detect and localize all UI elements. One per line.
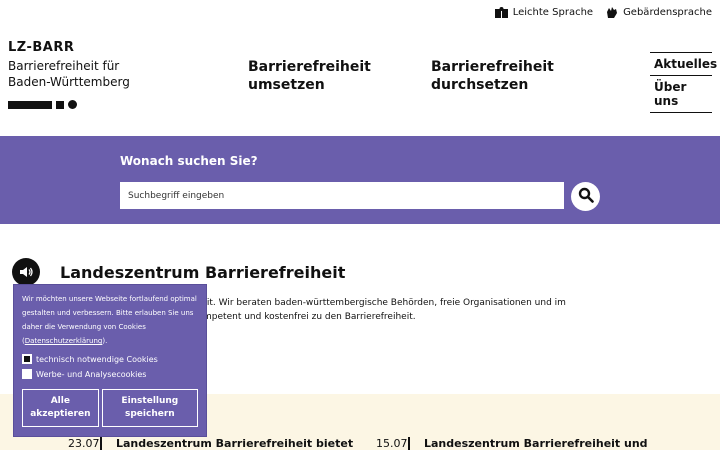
nav-label-line2: umsetzen (248, 77, 325, 93)
easy-language-link[interactable]: Leichte Sprache (494, 6, 594, 19)
logo-subtitle-line2: Baden-Württemberg (8, 75, 130, 89)
nav-label-line2: durchsetzen (431, 77, 529, 93)
secondary-nav: Aktuelles Über uns (650, 52, 717, 113)
logo-subtitle: Barrierefreiheit für Baden-Württemberg (8, 58, 130, 90)
cookie-text: Wir möchten unsere Webseite fortlaufend … (22, 292, 198, 348)
site-logo[interactable]: LZ-BARR Barrierefreiheit für Baden-Württ… (8, 40, 130, 109)
accept-all-button[interactable]: Alle akzeptieren (22, 389, 99, 427)
cookie-text-end: ). (102, 337, 108, 345)
nav-label-line1: Barrierefreiheit (431, 59, 554, 75)
accept-all-label-line2: akzeptieren (30, 409, 91, 419)
search-section: Wonach suchen Sie? (0, 136, 720, 224)
checkbox-unchecked[interactable] (22, 369, 32, 379)
logo-mark-bar (8, 100, 52, 109)
cookie-option-required-label: technisch notwendige Cookies (36, 354, 158, 364)
easy-language-icon (494, 6, 508, 19)
page-title: Landeszentrum Barrierefreiheit (60, 263, 346, 282)
nav-barrierefreiheit-umsetzen[interactable]: Barrierefreiheit umsetzen (248, 58, 371, 94)
news-title: Landeszentrum Barrierefreiheit bietet (116, 437, 354, 450)
logo-subtitle-line1: Barrierefreiheit für (8, 59, 120, 73)
cookie-buttons: Alle akzeptieren Einstellung speichern (22, 389, 198, 427)
search-label: Wonach suchen Sie? (120, 154, 258, 168)
nav-ueber-uns[interactable]: Über uns (650, 75, 712, 113)
logo-mark (8, 100, 130, 109)
search-icon (578, 187, 594, 207)
nav-aktuelles[interactable]: Aktuelles (650, 52, 717, 75)
nav-label-line1: Barrierefreiheit (248, 59, 371, 75)
cookie-option-analytics[interactable]: Werbe- und Analysecookies (22, 369, 198, 379)
news-item[interactable]: 23.07 Landeszentrum Barrierefreiheit bie… (68, 437, 353, 450)
search-input[interactable] (120, 182, 564, 209)
save-settings-label-line1: Einstellung (121, 396, 179, 406)
logo-mark-dot (68, 100, 77, 109)
sign-language-label: Gebärdensprache (623, 7, 712, 18)
speaker-icon (19, 263, 33, 282)
news-date: 23.07 (68, 437, 102, 450)
cookie-consent-dialog: Wir möchten unsere Webseite fortlaufend … (13, 284, 207, 437)
checkbox-checkmark (24, 356, 30, 362)
save-settings-button[interactable]: Einstellung speichern (101, 389, 198, 427)
easy-language-label: Leichte Sprache (512, 7, 594, 18)
news-date: 15.07 (376, 437, 410, 450)
news-item[interactable]: 15.07 Landeszentrum Barrierefreiheit und (376, 437, 648, 450)
utility-bar: Leichte Sprache Gebärdensprache (494, 6, 712, 19)
sign-language-icon (605, 6, 618, 19)
sign-language-link[interactable]: Gebärdensprache (605, 6, 712, 19)
logo-title: LZ-BARR (8, 40, 75, 55)
privacy-policy-link[interactable]: Datenschutzerklärung (25, 337, 103, 345)
search-button[interactable] (571, 182, 600, 211)
nav-barrierefreiheit-durchsetzen[interactable]: Barrierefreiheit durchsetzen (431, 58, 554, 94)
cookie-option-analytics-label: Werbe- und Analysecookies (36, 369, 147, 379)
logo-mark-square (56, 100, 64, 109)
save-settings-label-line2: speichern (125, 409, 175, 419)
accept-all-label-line1: Alle (50, 396, 70, 406)
read-aloud-button[interactable] (12, 258, 40, 286)
cookie-option-required[interactable]: technisch notwendige Cookies (22, 354, 198, 364)
checkbox-checked[interactable] (22, 354, 32, 364)
news-title: Landeszentrum Barrierefreiheit und (424, 437, 648, 450)
